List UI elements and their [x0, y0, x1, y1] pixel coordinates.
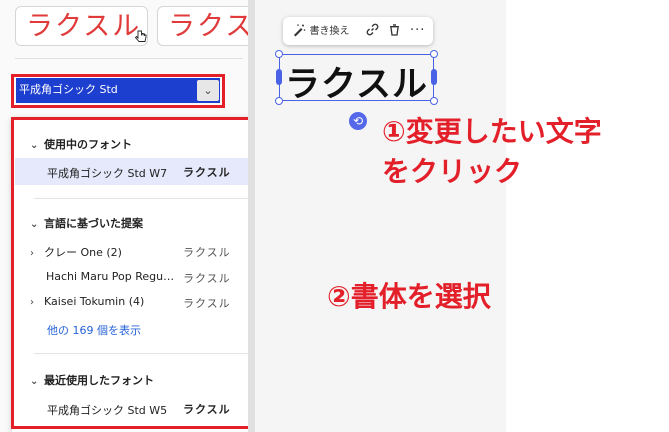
- annotation-step2: ②書体を選択: [327, 280, 491, 313]
- link-icon: [366, 23, 379, 36]
- resize-handle[interactable]: [276, 69, 282, 85]
- canvas-page: [506, 0, 669, 432]
- hand-cursor-icon: [134, 30, 147, 42]
- font-sample-text: ラクス: [168, 11, 255, 42]
- magic-pen-icon: [294, 24, 306, 37]
- delete-button[interactable]: [388, 22, 401, 40]
- more-options-button[interactable]: ···: [410, 22, 425, 40]
- annotation-step1-cont: をクリック: [382, 155, 523, 188]
- font-sample-tile[interactable]: ラクス: [157, 6, 257, 46]
- font-sample-text: ラクスル: [26, 11, 142, 42]
- rotate-icon[interactable]: ⟲: [349, 112, 367, 130]
- link-button[interactable]: [366, 22, 379, 40]
- panel-splitter[interactable]: [248, 0, 255, 432]
- resize-handle[interactable]: [430, 50, 438, 58]
- panel-divider: [15, 58, 243, 59]
- resize-handle[interactable]: [430, 97, 438, 105]
- font-sample-tile[interactable]: ラクスル: [15, 6, 148, 46]
- rewrite-button[interactable]: 書き換え: [292, 22, 350, 41]
- selection-frame: [279, 54, 434, 101]
- resize-handle[interactable]: [431, 69, 437, 85]
- rewrite-label: 書き換え: [309, 26, 350, 37]
- annotation-step1: ①変更したい文字: [382, 115, 602, 148]
- highlight-box-select: [11, 74, 225, 108]
- resize-handle[interactable]: [275, 97, 283, 105]
- more-dots-icon: ···: [410, 23, 426, 38]
- trash-icon: [390, 24, 399, 36]
- resize-handle[interactable]: [275, 50, 283, 58]
